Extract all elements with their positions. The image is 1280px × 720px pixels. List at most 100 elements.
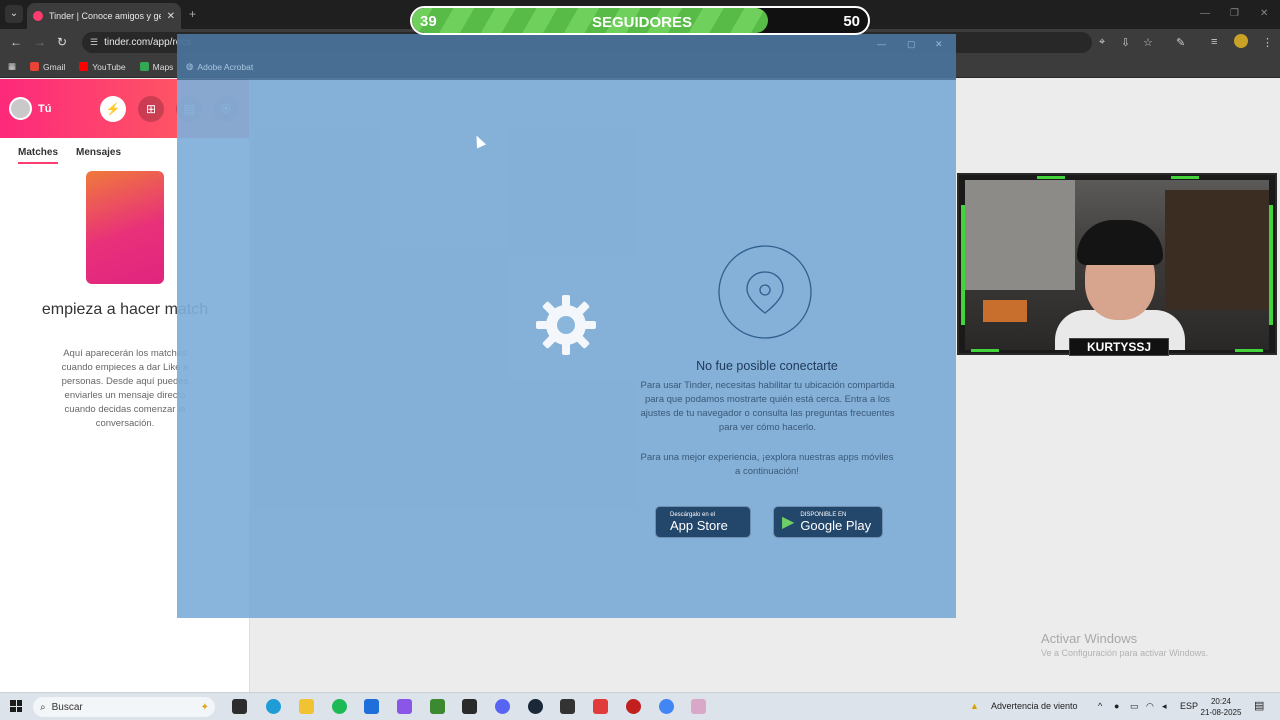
notifications-icon[interactable]: ▤: [1254, 699, 1264, 712]
explore-icon[interactable]: ⊞: [138, 96, 164, 122]
close-tab-icon[interactable]: ✕: [167, 11, 175, 22]
file-explorer-icon[interactable]: [299, 699, 314, 714]
error-body: Para usar Tinder, necesitas habilitar tu…: [640, 380, 895, 433]
overlay-window: — ▢ ✕ ◍ Adobe Acrobat No fue posible cone…: [177, 34, 956, 618]
user-label[interactable]: Tú: [38, 103, 51, 115]
store-icon[interactable]: [364, 699, 379, 714]
clock-date: 21-08-2025: [1200, 708, 1242, 717]
bookmark-youtube[interactable]: YouTube: [79, 61, 126, 72]
follower-goal-bar: 39 SEGUIDORES 50: [410, 6, 870, 35]
maximize-icon[interactable]: ❐: [1230, 8, 1239, 19]
follower-label: SEGUIDORES: [591, 14, 693, 31]
volume-icon[interactable]: ◂: [1162, 701, 1167, 712]
sidebar-tabs: Matches Mensajes: [18, 147, 121, 164]
tinder-favicon-icon: [33, 11, 43, 21]
brave-icon[interactable]: [593, 699, 608, 714]
cam-wall: [965, 180, 1075, 290]
watermark-title: Activar Windows: [1041, 631, 1138, 646]
windows-start-icon[interactable]: [10, 700, 22, 712]
wifi-icon[interactable]: ◠: [1146, 701, 1154, 712]
site-info-icon[interactable]: ☰: [90, 37, 98, 48]
epic-games-icon[interactable]: [462, 699, 477, 714]
reload-icon[interactable]: ↻: [57, 35, 67, 49]
follower-goal: 50: [843, 13, 860, 30]
overlay-left-strip: [177, 80, 250, 618]
apps-promo-text: Para una mejor experiencia, ¡explora nue…: [640, 452, 894, 477]
copilot-icon[interactable]: [397, 699, 412, 714]
paint-icon[interactable]: [691, 699, 706, 714]
bookmark-label: YouTube: [92, 61, 126, 72]
location-blocked-icon[interactable]: ⌖: [1099, 36, 1105, 49]
overlay-titlebar: — ▢ ✕ ◍ Adobe Acrobat: [177, 34, 956, 80]
discord-icon[interactable]: [495, 699, 510, 714]
google-play-button[interactable]: ▶ DISPONIBLE EN Google Play: [773, 506, 883, 538]
youtube-icon: [79, 62, 89, 71]
bookmark-maps[interactable]: Maps: [139, 62, 173, 72]
network-icon[interactable]: ▭: [1130, 701, 1139, 712]
extensions-icon[interactable]: ✎: [1176, 36, 1185, 49]
tab-matches[interactable]: Matches: [18, 147, 59, 164]
watermark-subtitle: Ve a Configuración para activar Windows.: [1041, 648, 1209, 658]
cam-tick: [1037, 176, 1065, 179]
install-app-icon[interactable]: ⇩: [1121, 36, 1130, 49]
task-view-icon[interactable]: [232, 699, 247, 714]
app-store-big-text: App Store: [670, 517, 728, 533]
minecraft-icon[interactable]: [430, 699, 445, 714]
microphone-icon[interactable]: ●: [1114, 701, 1119, 711]
spotify-icon[interactable]: [332, 699, 347, 714]
record-icon[interactable]: [626, 699, 641, 714]
weather-warning[interactable]: Advertencia de viento: [991, 701, 1078, 711]
google-play-big-text: Google Play: [800, 517, 872, 533]
webcam-feed: [965, 180, 1269, 350]
media-icon[interactable]: ≡: [1211, 36, 1217, 48]
new-tab-icon[interactable]: +: [189, 7, 196, 21]
back-icon[interactable]: ←: [10, 35, 22, 49]
overlay-close-icon[interactable]: ✕: [935, 39, 943, 50]
maps-icon: [139, 62, 149, 71]
app-store-button[interactable]: Descárgalo en el App Store: [655, 506, 751, 538]
location-pin-icon: [718, 245, 812, 339]
windows-activation-watermark: Activar Windows Ve a Configuración para …: [1041, 631, 1208, 658]
overlay-maximize-icon[interactable]: ▢: [907, 39, 916, 50]
forward-icon[interactable]: →: [34, 35, 46, 49]
tab-messages[interactable]: Mensajes: [76, 147, 121, 164]
bookmark-adobe-acrobat[interactable]: ◍ Adobe Acrobat: [186, 61, 253, 72]
gmail-icon: [30, 62, 40, 71]
taskbar-clock[interactable]: 20:24 21-08-2025: [1200, 696, 1242, 718]
language-indicator[interactable]: ESP: [1180, 701, 1198, 711]
cam-hair: [1077, 220, 1163, 265]
overlay-minimize-icon[interactable]: —: [877, 39, 886, 49]
boost-icon[interactable]: ⚡: [100, 96, 126, 122]
minimize-icon[interactable]: —: [1200, 8, 1210, 19]
tab-search-icon[interactable]: ⌄: [5, 5, 23, 23]
search-icon: ⌕: [40, 701, 46, 713]
search-label: Buscar: [51, 701, 83, 713]
gear-icon: [536, 295, 596, 355]
avatar[interactable]: [9, 97, 32, 120]
streamer-name: KURTYSSJ: [1069, 338, 1169, 356]
chevron-up-icon[interactable]: ^: [1098, 701, 1102, 711]
bookmark-star-icon[interactable]: ☆: [1143, 36, 1153, 49]
warning-icon: ▲: [970, 701, 979, 711]
edge-icon[interactable]: [266, 699, 281, 714]
google-play-icon: ▶: [782, 514, 795, 531]
tab-title: Tinder | Conoce amigos y gente: [49, 11, 161, 21]
app-store-label: Descárgalo en el App Store: [670, 512, 728, 533]
cam-side-left: [961, 205, 965, 325]
chrome-icon[interactable]: [659, 699, 674, 714]
menu-icon[interactable]: ⋮: [1262, 36, 1273, 49]
taskbar: ⌕ Buscar ✦ ▲ Advertencia de viento ^ ● ▭…: [0, 692, 1280, 720]
bookmark-label: Adobe Acrobat: [197, 61, 254, 72]
webcam-overlay: KURTYSSJ: [957, 173, 1277, 356]
profile-avatar[interactable]: [1234, 34, 1248, 48]
google-play-label: DISPONIBLE EN Google Play: [800, 512, 871, 533]
apps-grid-icon[interactable]: ▦: [8, 61, 16, 72]
close-window-icon[interactable]: ✕: [1260, 8, 1268, 19]
steam-icon[interactable]: [528, 699, 543, 714]
cam-box: [983, 300, 1027, 322]
bookmark-gmail[interactable]: Gmail: [30, 62, 65, 72]
browser-tab[interactable]: Tinder | Conoce amigos y gente ✕: [27, 3, 181, 29]
obs-icon[interactable]: [560, 699, 575, 714]
cam-tick: [1235, 349, 1263, 352]
taskbar-search[interactable]: ⌕ Buscar ✦: [33, 697, 215, 717]
